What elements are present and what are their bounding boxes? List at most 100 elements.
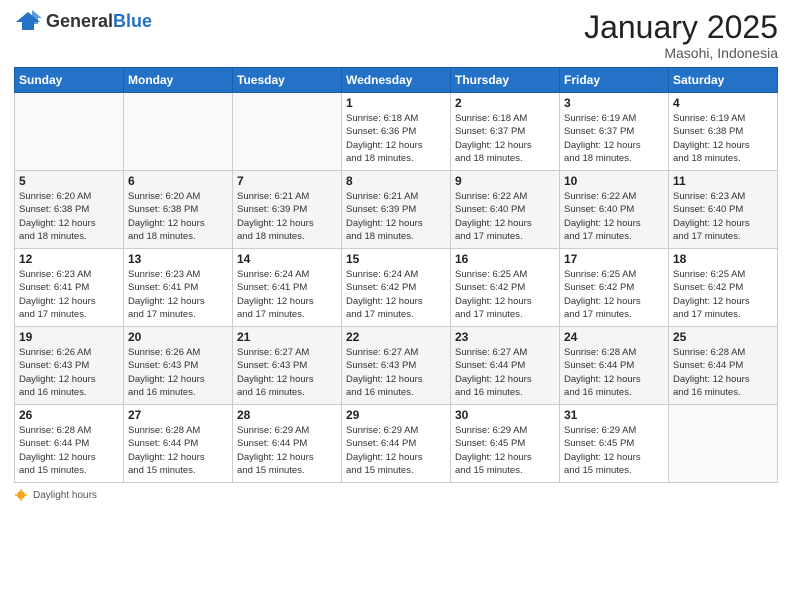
calendar-week-1: 1 Sunrise: 6:18 AM Sunset: 6:36 PM Daylig… bbox=[15, 93, 778, 171]
calendar-week-2: 5 Sunrise: 6:20 AM Sunset: 6:38 PM Daylig… bbox=[15, 171, 778, 249]
day-number: 29 bbox=[346, 408, 446, 422]
calendar-cell: 14Sunrise: 6:24 AM Sunset: 6:41 PM Dayli… bbox=[233, 249, 342, 327]
day-info: Sunrise: 6:23 AM Sunset: 6:40 PM Dayligh… bbox=[673, 190, 773, 243]
calendar-cell: 15Sunrise: 6:24 AM Sunset: 6:42 PM Dayli… bbox=[342, 249, 451, 327]
calendar-cell bbox=[124, 93, 233, 171]
day-info: Sunrise: 6:23 AM Sunset: 6:41 PM Dayligh… bbox=[19, 268, 119, 321]
day-number: 24 bbox=[564, 330, 664, 344]
calendar-cell bbox=[669, 405, 778, 483]
day-info: Sunrise: 6:29 AM Sunset: 6:44 PM Dayligh… bbox=[237, 424, 337, 477]
day-number: 11 bbox=[673, 174, 773, 188]
day-info: Sunrise: 6:19 AM Sunset: 6:37 PM Dayligh… bbox=[564, 112, 664, 165]
calendar-cell: 20Sunrise: 6:26 AM Sunset: 6:43 PM Dayli… bbox=[124, 327, 233, 405]
calendar-cell: 19 Sunrise: 6:26 AM Sunset: 6:43 PM Dayli… bbox=[15, 327, 124, 405]
day-number: 19 bbox=[19, 330, 119, 344]
day-number: 21 bbox=[237, 330, 337, 344]
weekday-header-sunday: Sunday bbox=[15, 68, 124, 93]
calendar-week-3: 12 Sunrise: 6:23 AM Sunset: 6:41 PM Dayli… bbox=[15, 249, 778, 327]
day-info: Sunrise: 6:25 AM Sunset: 6:42 PM Dayligh… bbox=[673, 268, 773, 321]
day-number: 13 bbox=[128, 252, 228, 266]
weekday-header-saturday: Saturday bbox=[669, 68, 778, 93]
calendar-cell: 2Sunrise: 6:18 AM Sunset: 6:37 PM Daylig… bbox=[451, 93, 560, 171]
day-number: 26 bbox=[19, 408, 119, 422]
sun-icon bbox=[14, 488, 28, 502]
day-info: Sunrise: 6:20 AM Sunset: 6:38 PM Dayligh… bbox=[19, 190, 119, 243]
calendar-cell: 6Sunrise: 6:20 AM Sunset: 6:38 PM Daylig… bbox=[124, 171, 233, 249]
calendar-cell: 25 Sunrise: 6:28 AM Sunset: 6:44 PM Dayli… bbox=[669, 327, 778, 405]
day-info: Sunrise: 6:27 AM Sunset: 6:43 PM Dayligh… bbox=[346, 346, 446, 399]
day-number: 4 bbox=[673, 96, 773, 110]
weekday-header-tuesday: Tuesday bbox=[233, 68, 342, 93]
day-info: Sunrise: 6:27 AM Sunset: 6:43 PM Dayligh… bbox=[237, 346, 337, 399]
day-info: Sunrise: 6:28 AM Sunset: 6:44 PM Dayligh… bbox=[19, 424, 119, 477]
logo-blue: Blue bbox=[113, 11, 152, 31]
calendar-cell: 11 Sunrise: 6:23 AM Sunset: 6:40 PM Dayli… bbox=[669, 171, 778, 249]
page: GeneralBlue January 2025 Masohi, Indones… bbox=[0, 0, 792, 612]
logo: GeneralBlue bbox=[14, 10, 152, 32]
title-block: January 2025 Masohi, Indonesia bbox=[584, 10, 778, 61]
calendar-cell: 1 Sunrise: 6:18 AM Sunset: 6:36 PM Daylig… bbox=[342, 93, 451, 171]
calendar-cell: 21 Sunrise: 6:27 AM Sunset: 6:43 PM Dayli… bbox=[233, 327, 342, 405]
day-number: 5 bbox=[19, 174, 119, 188]
calendar-cell: 17 Sunrise: 6:25 AM Sunset: 6:42 PM Dayli… bbox=[560, 249, 669, 327]
daylight-legend: Daylight hours bbox=[14, 488, 97, 502]
day-number: 7 bbox=[237, 174, 337, 188]
day-number: 10 bbox=[564, 174, 664, 188]
day-number: 17 bbox=[564, 252, 664, 266]
calendar-cell: 27Sunrise: 6:28 AM Sunset: 6:44 PM Dayli… bbox=[124, 405, 233, 483]
day-number: 1 bbox=[346, 96, 446, 110]
day-number: 30 bbox=[455, 408, 555, 422]
weekday-header-wednesday: Wednesday bbox=[342, 68, 451, 93]
calendar-cell: 28Sunrise: 6:29 AM Sunset: 6:44 PM Dayli… bbox=[233, 405, 342, 483]
day-info: Sunrise: 6:26 AM Sunset: 6:43 PM Dayligh… bbox=[19, 346, 119, 399]
day-number: 27 bbox=[128, 408, 228, 422]
day-number: 3 bbox=[564, 96, 664, 110]
day-info: Sunrise: 6:28 AM Sunset: 6:44 PM Dayligh… bbox=[564, 346, 664, 399]
calendar-cell: 9Sunrise: 6:22 AM Sunset: 6:40 PM Daylig… bbox=[451, 171, 560, 249]
day-info: Sunrise: 6:25 AM Sunset: 6:42 PM Dayligh… bbox=[564, 268, 664, 321]
calendar-table: SundayMondayTuesdayWednesdayThursdayFrid… bbox=[14, 67, 778, 483]
day-number: 8 bbox=[346, 174, 446, 188]
calendar-cell: 5 Sunrise: 6:20 AM Sunset: 6:38 PM Daylig… bbox=[15, 171, 124, 249]
day-info: Sunrise: 6:22 AM Sunset: 6:40 PM Dayligh… bbox=[564, 190, 664, 243]
calendar-cell: 26 Sunrise: 6:28 AM Sunset: 6:44 PM Dayli… bbox=[15, 405, 124, 483]
day-info: Sunrise: 6:24 AM Sunset: 6:41 PM Dayligh… bbox=[237, 268, 337, 321]
calendar-cell: 31 Sunrise: 6:29 AM Sunset: 6:45 PM Dayli… bbox=[560, 405, 669, 483]
calendar-cell: 7 Sunrise: 6:21 AM Sunset: 6:39 PM Daylig… bbox=[233, 171, 342, 249]
calendar-cell: 8Sunrise: 6:21 AM Sunset: 6:39 PM Daylig… bbox=[342, 171, 451, 249]
day-number: 31 bbox=[564, 408, 664, 422]
calendar-cell: 23 Sunrise: 6:27 AM Sunset: 6:44 PM Dayli… bbox=[451, 327, 560, 405]
weekday-header-friday: Friday bbox=[560, 68, 669, 93]
calendar-cell: 12 Sunrise: 6:23 AM Sunset: 6:41 PM Dayli… bbox=[15, 249, 124, 327]
day-info: Sunrise: 6:29 AM Sunset: 6:45 PM Dayligh… bbox=[564, 424, 664, 477]
day-info: Sunrise: 6:18 AM Sunset: 6:36 PM Dayligh… bbox=[346, 112, 446, 165]
weekday-header-row: SundayMondayTuesdayWednesdayThursdayFrid… bbox=[15, 68, 778, 93]
day-number: 16 bbox=[455, 252, 555, 266]
header: GeneralBlue January 2025 Masohi, Indones… bbox=[14, 10, 778, 61]
calendar-cell: 4 Sunrise: 6:19 AM Sunset: 6:38 PM Daylig… bbox=[669, 93, 778, 171]
location-title: Masohi, Indonesia bbox=[584, 45, 778, 61]
calendar-cell: 29 Sunrise: 6:29 AM Sunset: 6:44 PM Dayli… bbox=[342, 405, 451, 483]
calendar-cell: 18 Sunrise: 6:25 AM Sunset: 6:42 PM Dayli… bbox=[669, 249, 778, 327]
month-title: January 2025 bbox=[584, 10, 778, 45]
day-info: Sunrise: 6:19 AM Sunset: 6:38 PM Dayligh… bbox=[673, 112, 773, 165]
day-info: Sunrise: 6:26 AM Sunset: 6:43 PM Dayligh… bbox=[128, 346, 228, 399]
day-number: 25 bbox=[673, 330, 773, 344]
day-info: Sunrise: 6:27 AM Sunset: 6:44 PM Dayligh… bbox=[455, 346, 555, 399]
weekday-header-thursday: Thursday bbox=[451, 68, 560, 93]
calendar-cell: 10 Sunrise: 6:22 AM Sunset: 6:40 PM Dayli… bbox=[560, 171, 669, 249]
day-info: Sunrise: 6:18 AM Sunset: 6:37 PM Dayligh… bbox=[455, 112, 555, 165]
footer: Daylight hours bbox=[14, 488, 778, 502]
logo-general: General bbox=[46, 11, 113, 31]
day-number: 23 bbox=[455, 330, 555, 344]
day-info: Sunrise: 6:29 AM Sunset: 6:44 PM Dayligh… bbox=[346, 424, 446, 477]
weekday-header-monday: Monday bbox=[124, 68, 233, 93]
calendar-cell: 24 Sunrise: 6:28 AM Sunset: 6:44 PM Dayli… bbox=[560, 327, 669, 405]
day-number: 12 bbox=[19, 252, 119, 266]
day-info: Sunrise: 6:28 AM Sunset: 6:44 PM Dayligh… bbox=[673, 346, 773, 399]
calendar-cell: 13Sunrise: 6:23 AM Sunset: 6:41 PM Dayli… bbox=[124, 249, 233, 327]
day-info: Sunrise: 6:21 AM Sunset: 6:39 PM Dayligh… bbox=[237, 190, 337, 243]
day-number: 18 bbox=[673, 252, 773, 266]
calendar-cell: 16Sunrise: 6:25 AM Sunset: 6:42 PM Dayli… bbox=[451, 249, 560, 327]
day-info: Sunrise: 6:20 AM Sunset: 6:38 PM Dayligh… bbox=[128, 190, 228, 243]
